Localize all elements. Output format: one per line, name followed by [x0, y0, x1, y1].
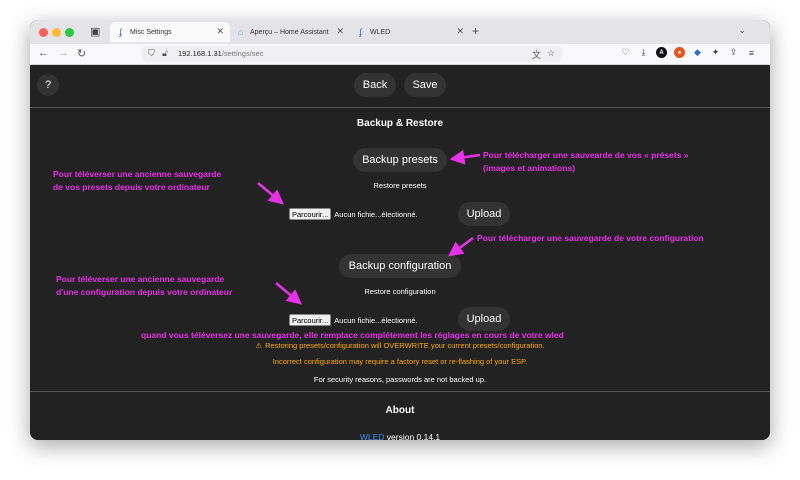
- menu-icon[interactable]: ≡: [746, 47, 757, 58]
- url-bar[interactable]: ⛉ 🔓︎ 192.168.1.31/settings/sec 文 ☆: [142, 46, 562, 62]
- tab-list-chevron-icon[interactable]: ⌄: [738, 25, 746, 36]
- lock-icon: 🔓︎: [162, 48, 168, 58]
- page-content: ? Back Save Backup & Restore Backup pres…: [30, 65, 770, 440]
- tab-wled[interactable]: ʄ WLED ✕: [350, 22, 470, 42]
- home-assistant-favicon-icon: ⌂: [237, 27, 244, 37]
- reload-icon[interactable]: ↻: [77, 47, 86, 60]
- extension-orange-icon[interactable]: ●: [674, 47, 685, 58]
- arrow-to-presets-file: [257, 182, 284, 205]
- pocket-icon[interactable]: ♡: [620, 47, 631, 58]
- minimize-window-icon[interactable]: [52, 28, 61, 37]
- tab-label: Aperçu – Home Assistant: [250, 28, 329, 36]
- arrow-to-config-file: [275, 282, 302, 305]
- tab-overview-icon[interactable]: ▣: [90, 25, 100, 38]
- close-tab-icon[interactable]: ✕: [456, 26, 464, 37]
- url-text[interactable]: 192.168.1.31/settings/sec: [178, 49, 263, 58]
- annotation-arrows: [257, 149, 481, 305]
- arrow-to-backup-config: [447, 236, 474, 257]
- forward-arrow-icon[interactable]: →: [58, 47, 69, 59]
- wled-favicon-icon: ʄ: [119, 27, 122, 37]
- bookmark-star-icon[interactable]: ☆: [547, 48, 555, 59]
- tab-misc-settings[interactable]: ʄ Misc Settings ✕: [110, 22, 230, 42]
- close-tab-icon[interactable]: ✕: [336, 26, 344, 37]
- close-window-icon[interactable]: [39, 28, 48, 37]
- navigation-bar: ← → ↻ ⛉ 🔓︎ 192.168.1.31/settings/sec 文 ☆…: [30, 44, 770, 65]
- url-path: /settings/sec: [221, 49, 264, 58]
- close-tab-icon[interactable]: ✕: [216, 26, 224, 37]
- extension-a-icon[interactable]: A: [656, 47, 667, 58]
- shield-icon: ⛉: [148, 48, 155, 58]
- wled-favicon-icon: ʄ: [359, 27, 362, 37]
- download-icon[interactable]: ⤓: [638, 47, 649, 58]
- tab-label: Misc Settings: [130, 28, 172, 36]
- maximize-window-icon[interactable]: [65, 28, 74, 37]
- tab-label: WLED: [370, 28, 391, 36]
- translate-icon[interactable]: 文: [532, 48, 541, 61]
- extension-puzzle-icon[interactable]: ✦: [710, 47, 721, 58]
- new-tab-icon[interactable]: +: [472, 24, 479, 38]
- browser-window: ▣ ʄ Misc Settings ✕ ⌂ Aperçu – Home Assi…: [30, 20, 770, 440]
- extension-blue-icon[interactable]: ◆: [692, 47, 703, 58]
- tab-bar: ▣ ʄ Misc Settings ✕ ⌂ Aperçu – Home Assi…: [30, 20, 770, 44]
- share-icon[interactable]: ⇪: [728, 47, 739, 58]
- url-host: 192.168.1.31: [178, 49, 222, 58]
- arrow-to-backup-presets: [449, 149, 481, 165]
- back-arrow-icon[interactable]: ←: [38, 47, 49, 59]
- tab-home-assistant[interactable]: ⌂ Aperçu – Home Assistant ✕: [230, 22, 350, 42]
